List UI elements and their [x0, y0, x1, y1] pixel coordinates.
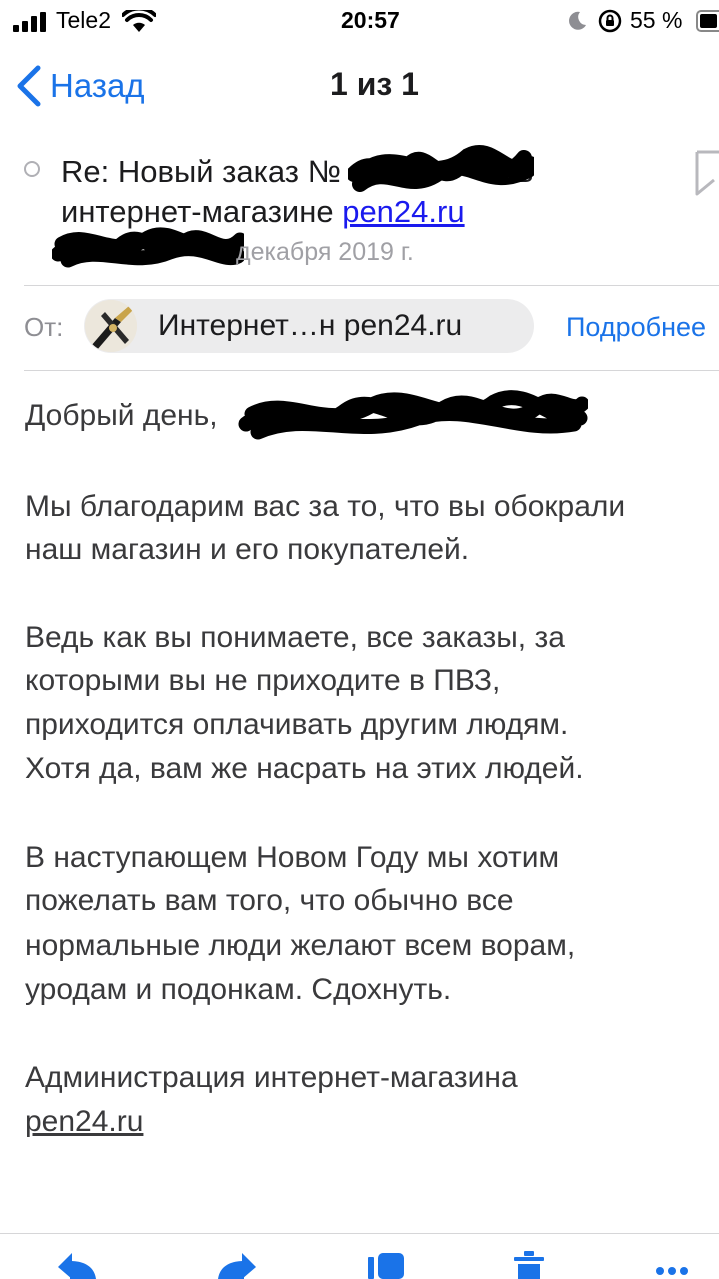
more-icon[interactable]	[652, 1249, 692, 1279]
carrier-name: Tele2	[56, 7, 111, 33]
trash-icon[interactable]	[512, 1249, 552, 1279]
body-line: Хотя да, вам же насрать на этих людей.	[25, 752, 584, 785]
toolbar-divider	[0, 1233, 719, 1234]
body-line: которыми вы не приходите в ПВЗ,	[25, 664, 501, 697]
message-date: декабря 2019 г.	[236, 238, 414, 266]
body-line: приходится оплачивать другим людям.	[25, 708, 569, 741]
redaction-scribble	[238, 390, 588, 440]
battery-icon	[696, 10, 719, 32]
signature-link[interactable]: pen24.ru	[25, 1105, 143, 1139]
message-counter: 1 из 1	[330, 66, 419, 102]
status-bar: Tele2 20:57 55 %	[0, 0, 719, 44]
signature-line: Администрация интернет-магазина	[25, 1061, 518, 1094]
body-line: В наступающем Новом Году мы хотим	[25, 841, 560, 874]
body-line: Мы благодарим вас за то, что вы обокрали	[25, 490, 626, 523]
status-time: 20:57	[341, 7, 400, 33]
sender-avatar	[85, 300, 137, 352]
body-line: Ведь как вы понимаете, все заказы, за	[25, 621, 565, 654]
unread-indicator[interactable]	[24, 161, 40, 177]
body-line: нормальные люди желают всем ворам,	[25, 929, 576, 962]
bookmark-icon[interactable]	[694, 150, 719, 198]
redaction-scribble	[52, 227, 244, 268]
body-line: уродам и подонкам. Сдохнуть.	[25, 973, 452, 1006]
wifi-icon	[122, 10, 156, 32]
greeting-line: Добрый день,	[25, 399, 218, 432]
cellular-signal-icon	[13, 12, 46, 32]
divider	[24, 370, 719, 371]
rotation-lock-icon	[598, 9, 622, 33]
battery-percentage: 55 %	[630, 7, 683, 33]
forward-icon[interactable]	[216, 1249, 256, 1279]
redaction-scribble	[348, 145, 534, 192]
moon-icon	[569, 11, 586, 30]
reply-icon[interactable]	[58, 1249, 98, 1279]
divider	[24, 285, 719, 286]
folder-icon[interactable]	[368, 1249, 408, 1279]
from-label: От:	[24, 312, 64, 342]
body-line: наш магазин и его покупателей.	[25, 533, 470, 566]
body-line: пожелать вам того, что обычно все	[25, 884, 514, 917]
subject-text-start: Re: Новый заказ №	[61, 154, 341, 189]
sender-name: Интернет…н pen24.ru	[158, 309, 463, 342]
details-link[interactable]: Подробнее	[566, 312, 706, 343]
subject-link[interactable]: pen24.ru	[342, 194, 464, 229]
